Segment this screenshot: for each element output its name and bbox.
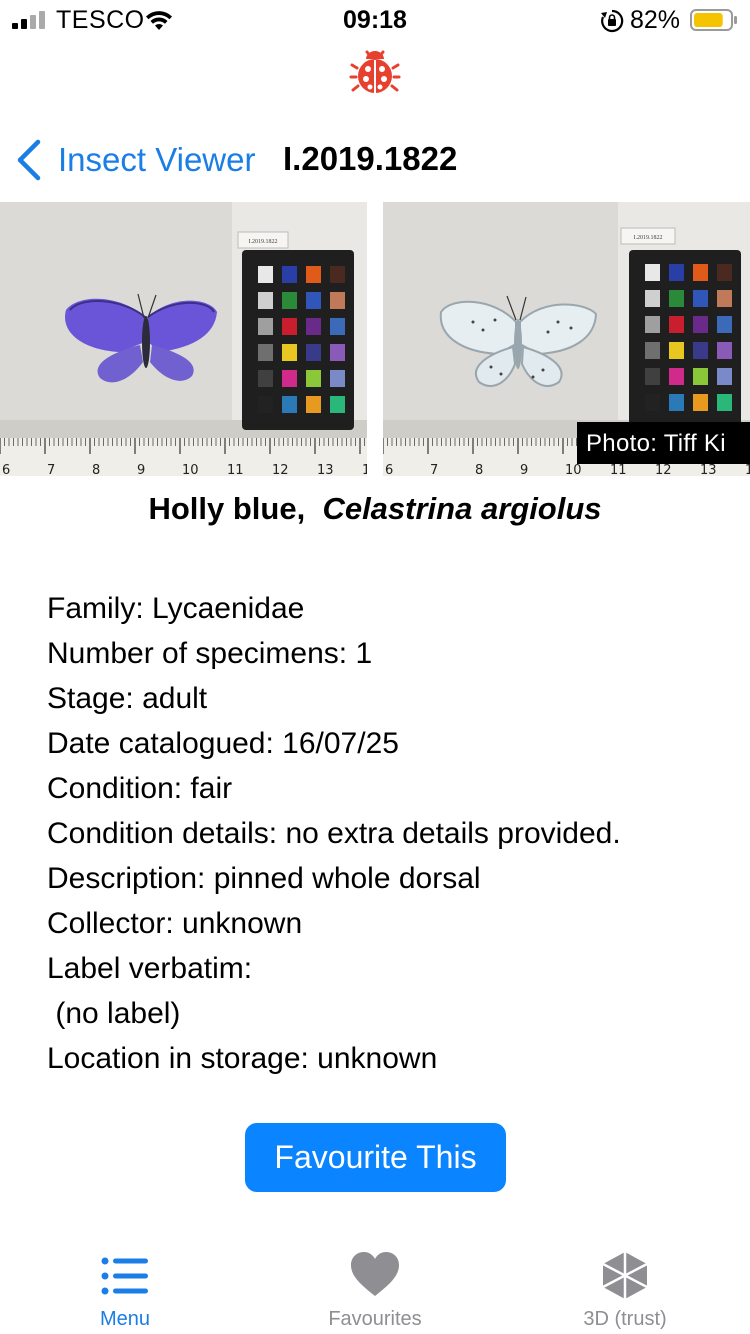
scientific-name: Celastrina argiolus	[322, 491, 602, 526]
common-name: Holly blue,	[148, 491, 306, 526]
orientation-lock-icon	[601, 9, 624, 33]
svg-text:8: 8	[92, 463, 100, 476]
specimen-details: Family: Lycaenidae Number of specimens: …	[47, 586, 737, 1081]
tab-menu[interactable]: Menu	[0, 1236, 250, 1334]
detail-description: Description: pinned whole dorsal	[47, 862, 481, 895]
navigation-bar: Insect Viewer I.2019.1822	[0, 132, 750, 188]
svg-text:11: 11	[610, 463, 627, 476]
tab-favourites-label: Favourites	[328, 1308, 422, 1330]
svg-text:10: 10	[565, 463, 582, 476]
tab-favourites[interactable]: Favourites	[250, 1236, 500, 1334]
tab-3d-label: 3D (trust)	[583, 1308, 667, 1330]
svg-text:6: 6	[385, 463, 393, 476]
svg-text:6: 6	[2, 463, 10, 476]
status-bar: TESCO 09:18 82%	[0, 0, 750, 42]
battery-icon	[690, 9, 737, 31]
svg-text:7: 7	[47, 463, 55, 476]
detail-family: Family: Lycaenidae	[47, 592, 305, 625]
species-title: Holly blue, Celastrina argiolus	[0, 491, 750, 527]
favourite-button[interactable]: Favourite This	[245, 1123, 506, 1192]
svg-text:13: 13	[317, 463, 334, 476]
photo-credit: Photo: Tiff Ki	[577, 422, 750, 464]
detail-storage-location: Location in storage: unknown	[47, 1042, 438, 1075]
svg-text:10: 10	[182, 463, 199, 476]
svg-text:14: 14	[745, 463, 750, 476]
detail-specimen-count: Number of specimens: 1	[47, 637, 373, 670]
svg-text:8: 8	[475, 463, 483, 476]
svg-text:9: 9	[520, 463, 528, 476]
list-icon	[101, 1257, 148, 1295]
page-title: I.2019.1822	[283, 140, 458, 177]
battery-percent: 82%	[630, 6, 681, 34]
back-label: Insect Viewer	[58, 141, 256, 178]
detail-label-verbatim-value: (no label)	[47, 997, 181, 1030]
svg-text:14: 14	[362, 463, 367, 476]
detail-label-verbatim: Label verbatim:	[47, 952, 253, 985]
tab-bar: Menu Favourites 3D (trust)	[0, 1236, 750, 1334]
detail-date-catalogued: Date catalogued: 16/07/25	[47, 727, 399, 760]
svg-text:11: 11	[227, 463, 244, 476]
detail-stage: Stage: adult	[47, 682, 208, 715]
tab-menu-label: Menu	[99, 1308, 151, 1330]
ladybug-icon	[349, 50, 401, 93]
detail-condition: Condition: fair	[47, 772, 233, 805]
tab-3d[interactable]: 3D (trust)	[500, 1236, 750, 1334]
detail-condition-details: Condition details: no extra details prov…	[47, 817, 621, 850]
specimen-label-card: I.2019.1822	[249, 239, 278, 245]
svg-text:7: 7	[430, 463, 438, 476]
cube-icon	[602, 1252, 648, 1299]
back-button[interactable]: Insect Viewer	[14, 136, 255, 184]
specimen-photo-dorsal[interactable]: I.2019.1822 6 7 8 9 10 11 12 13 14	[0, 202, 367, 476]
detail-collector: Collector: unknown	[47, 907, 303, 940]
svg-text:12: 12	[272, 463, 289, 476]
svg-text:12: 12	[655, 463, 672, 476]
svg-text:13: 13	[700, 463, 717, 476]
heart-icon	[351, 1252, 399, 1296]
specimen-label-card-2: I.2019.1822	[634, 235, 663, 241]
svg-text:9: 9	[137, 463, 145, 476]
chevron-left-icon	[17, 139, 41, 181]
